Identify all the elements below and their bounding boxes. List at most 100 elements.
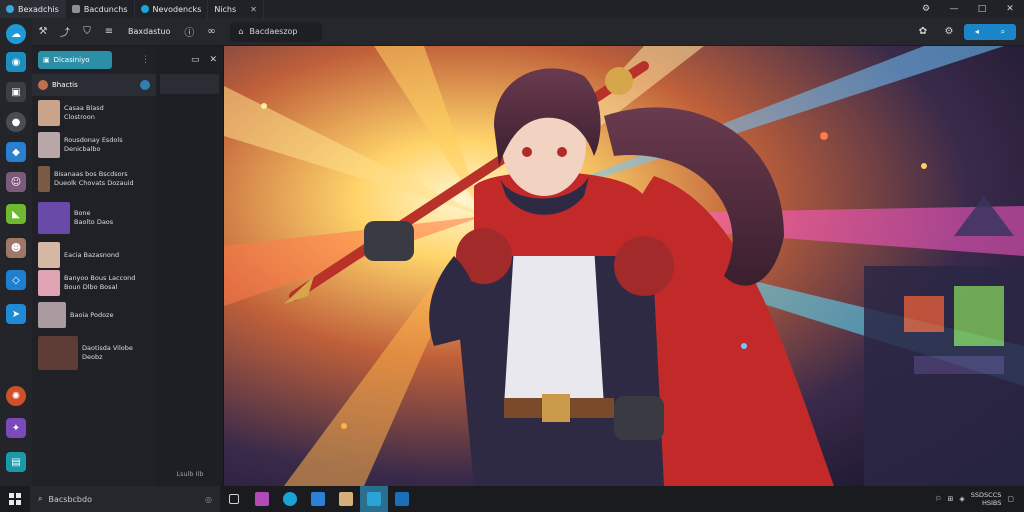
search-icon[interactable]: ⌕ bbox=[1001, 27, 1005, 37]
avatar bbox=[38, 166, 50, 192]
start-button[interactable] bbox=[0, 493, 30, 505]
chat-preview: Baolto Daos bbox=[74, 218, 114, 226]
new-chat-label: Dicasiniyo bbox=[53, 56, 90, 64]
app-icon bbox=[6, 5, 14, 13]
extensions-icon[interactable]: ✿ bbox=[912, 21, 934, 43]
list-item[interactable]: Baoia Podoze bbox=[38, 302, 150, 328]
lock-icon: ⌂ bbox=[238, 27, 244, 36]
popout-icon[interactable]: ▭ bbox=[191, 55, 200, 65]
more-icon[interactable]: ⋮ bbox=[141, 55, 150, 65]
settings-icon[interactable]: ⚙ bbox=[912, 0, 940, 18]
chat-name: Daotisda Vilobe bbox=[82, 344, 133, 352]
side-status: Lsulb Ilb bbox=[176, 470, 204, 478]
network-icon[interactable]: ⊞ bbox=[948, 495, 954, 503]
link-icon[interactable]: ∞ bbox=[200, 21, 222, 43]
avatar bbox=[38, 132, 60, 158]
view-toggle[interactable]: ◂ ⌕ bbox=[964, 23, 1016, 40]
chat-name: Bone bbox=[74, 209, 91, 217]
taskbar-search[interactable]: ⌕ Bacsbcbdo ◎ bbox=[30, 486, 220, 512]
game-icon[interactable]: ✦ bbox=[6, 418, 26, 438]
bird-icon[interactable]: ➤ bbox=[6, 304, 26, 324]
windows-icon bbox=[9, 493, 21, 505]
active-app-icon[interactable] bbox=[360, 486, 388, 512]
toolbar: ⚒ ⤴ ⛉ ≡ Baxdastuo ⓘ ∞ ⌂ Bacdaeszop ✿ ⚙ ◂… bbox=[32, 18, 1024, 46]
list-item[interactable]: Daotisda Vilobe Deobz bbox=[38, 336, 150, 370]
close-tab-icon[interactable]: ✕ bbox=[250, 5, 257, 14]
chat-preview: Dueolk Chovats Dozauid bbox=[54, 179, 134, 187]
notification-icon[interactable]: ▢ bbox=[1007, 495, 1014, 503]
avatar bbox=[38, 202, 70, 234]
list-item[interactable]: Bone Baolto Daos bbox=[38, 202, 150, 234]
window-controls: ⚙ — □ ✕ bbox=[912, 0, 1024, 18]
tools-icon[interactable]: ⚒ bbox=[32, 21, 54, 43]
avatar bbox=[38, 80, 48, 90]
list-item[interactable]: Eacia Bazasnond bbox=[38, 242, 150, 268]
diamond-icon[interactable]: ◇ bbox=[6, 270, 26, 290]
section-header[interactable]: Bhactis bbox=[32, 74, 156, 96]
chat-preview: Denicbalbo bbox=[64, 145, 101, 153]
cube-icon[interactable]: ▣ bbox=[6, 82, 26, 102]
side-column: ▭ ✕ Lsulb Ilb bbox=[156, 46, 224, 486]
back-icon[interactable]: ◂ bbox=[975, 27, 979, 36]
side-field[interactable] bbox=[160, 74, 219, 94]
volume-icon[interactable]: ◈ bbox=[959, 495, 964, 503]
search-icon: ⌕ bbox=[38, 494, 43, 503]
app-window: Bexadchis Bacdunchs Nevodencks Nichs ✕ ⚙… bbox=[0, 0, 1024, 512]
app-icon[interactable] bbox=[248, 486, 276, 512]
chat-name: Banyoo Bous Laccond bbox=[64, 274, 136, 282]
title-bar: Bexadchis Bacdunchs Nevodencks Nichs ✕ ⚙… bbox=[0, 0, 1024, 18]
toolbar-title: Baxdastuo bbox=[128, 27, 171, 36]
tab-2[interactable]: Bacdunchs bbox=[66, 0, 135, 18]
store-icon[interactable] bbox=[304, 486, 332, 512]
new-chat-button[interactable]: ▣ Dicasiniyo bbox=[38, 51, 112, 69]
avatar-icon[interactable]: ☻ bbox=[6, 238, 26, 258]
tray-icon[interactable]: ⚐ bbox=[935, 495, 941, 503]
store-icon[interactable]: ▤ bbox=[6, 452, 26, 472]
chat-preview: Boun Dlbo Bosal bbox=[64, 283, 118, 291]
chat-icon: ▣ bbox=[43, 56, 50, 64]
avatar-icon[interactable]: ☺ bbox=[6, 172, 26, 192]
date-text: HSIBS bbox=[981, 499, 1002, 507]
avatar bbox=[38, 336, 78, 370]
tab-4[interactable]: Nichs ✕ bbox=[208, 0, 264, 18]
tab-3[interactable]: Nevodencks bbox=[135, 0, 209, 18]
gear-icon[interactable]: ⚙ bbox=[938, 21, 960, 43]
chat-preview: Clostroon bbox=[64, 113, 95, 121]
share-icon[interactable]: ⤴ bbox=[54, 21, 76, 43]
close-icon[interactable]: ✕ bbox=[209, 55, 217, 65]
menu-icon[interactable]: ≡ bbox=[98, 21, 120, 43]
page-icon bbox=[71, 5, 80, 13]
chat-list-panel: ▣ Dicasiniyo ⋮ Bhactis Casaa Blasd Clostr… bbox=[32, 46, 156, 486]
mic-icon[interactable]: ◎ bbox=[205, 495, 212, 504]
task-view-icon[interactable] bbox=[220, 486, 248, 512]
media-icon[interactable] bbox=[332, 486, 360, 512]
artwork-canvas bbox=[224, 46, 1024, 486]
chat-name: Baoia Podoze bbox=[70, 310, 114, 319]
globe-icon[interactable]: ● bbox=[6, 112, 26, 132]
maximize-button[interactable]: □ bbox=[968, 0, 996, 18]
list-item[interactable]: Casaa Blasd Clostroon bbox=[38, 100, 150, 126]
chat-name: Casaa Blasd bbox=[64, 104, 104, 112]
leaf-icon[interactable]: ◣ bbox=[6, 204, 26, 224]
chat-icon[interactable]: ◉ bbox=[6, 52, 26, 72]
avatar bbox=[38, 100, 60, 126]
shield-icon[interactable]: ◆ bbox=[6, 142, 26, 162]
browser-icon[interactable] bbox=[276, 486, 304, 512]
address-text: Bacdaeszop bbox=[249, 27, 298, 36]
list-item[interactable]: Bisanaas bos Bscdsors Dueolk Chovats Doza… bbox=[38, 166, 150, 192]
taskbar: ⌕ Bacsbcbdo ◎ ⚐ ⊞ ◈ SSDSCCS HSIBS ▢ bbox=[0, 486, 1024, 512]
shield-icon[interactable]: ⛉ bbox=[76, 21, 98, 43]
clock[interactable]: SSDSCCS HSIBS bbox=[971, 491, 1002, 507]
home-icon[interactable]: ☁ bbox=[6, 24, 26, 44]
minimize-button[interactable]: — bbox=[940, 0, 968, 18]
toolbar-right: ✿ ⚙ ◂ ⌕ bbox=[912, 21, 1024, 43]
info-icon[interactable]: ⓘ bbox=[178, 21, 200, 43]
list-item[interactable]: Rousdonay Esdols Denicbalbo bbox=[38, 132, 150, 158]
fire-icon[interactable]: ✺ bbox=[6, 386, 26, 406]
avatar bbox=[38, 270, 60, 296]
tab-1[interactable]: Bexadchis bbox=[0, 0, 66, 18]
close-window-button[interactable]: ✕ bbox=[996, 0, 1024, 18]
photos-icon[interactable] bbox=[388, 486, 416, 512]
list-item[interactable]: Banyoo Bous Laccond Boun Dlbo Bosal bbox=[38, 270, 150, 296]
address-bar[interactable]: ⌂ Bacdaeszop bbox=[230, 21, 323, 42]
